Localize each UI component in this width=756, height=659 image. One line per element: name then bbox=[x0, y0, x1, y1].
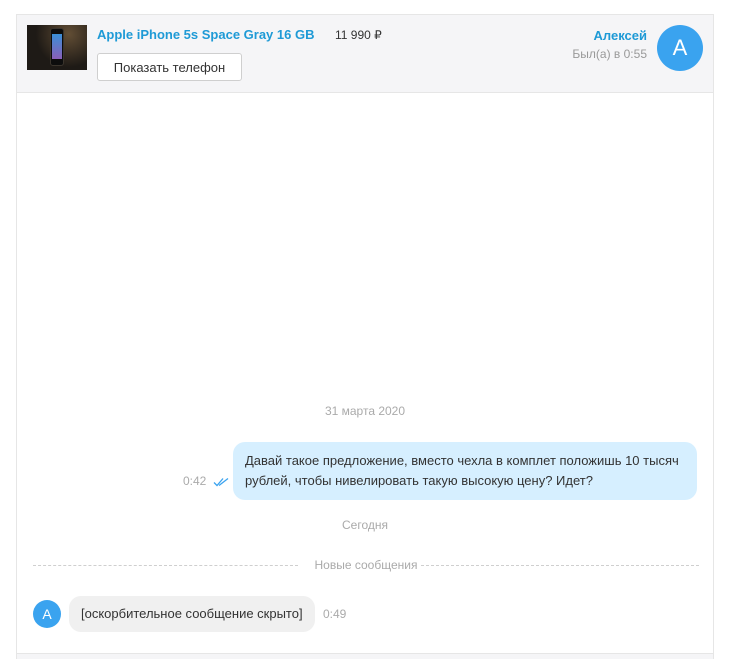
incoming-message-time: 0:49 bbox=[323, 607, 347, 621]
composer-area-edge bbox=[17, 653, 713, 659]
incoming-sender-avatar[interactable]: А bbox=[33, 600, 61, 628]
divider-line-right bbox=[421, 565, 699, 566]
outgoing-message-bubble: Давай такое предложение, вместо чехла в … bbox=[233, 442, 697, 500]
contact-name[interactable]: Алексей bbox=[594, 28, 648, 43]
chat-header: Apple iPhone 5s Space Gray 16 GB 11 990 … bbox=[17, 15, 713, 93]
incoming-message-bubble: [оскорбительное сообщение скрыто] bbox=[69, 596, 315, 632]
listing-title-link[interactable]: Apple iPhone 5s Space Gray 16 GB bbox=[97, 27, 314, 42]
listing-thumbnail[interactable] bbox=[27, 25, 87, 70]
listing-price: 11 990 ₽ bbox=[335, 28, 382, 42]
chat-window: Apple iPhone 5s Space Gray 16 GB 11 990 … bbox=[16, 14, 714, 659]
show-phone-button[interactable]: Показать телефон bbox=[97, 53, 242, 81]
date-separator: 31 марта 2020 bbox=[324, 404, 406, 418]
double-check-icon bbox=[213, 477, 229, 487]
contact-avatar[interactable]: А bbox=[657, 25, 703, 71]
outgoing-message-meta: 0:42 bbox=[183, 474, 229, 488]
outgoing-message-time: 0:42 bbox=[183, 474, 207, 488]
phone-screen bbox=[52, 34, 62, 59]
date-separator-today: Сегодня bbox=[342, 518, 388, 532]
last-seen-status: Был(а) в 0:55 bbox=[572, 47, 647, 61]
phone-photo-icon bbox=[50, 28, 64, 66]
new-messages-divider: Новые сообщения bbox=[33, 557, 699, 573]
